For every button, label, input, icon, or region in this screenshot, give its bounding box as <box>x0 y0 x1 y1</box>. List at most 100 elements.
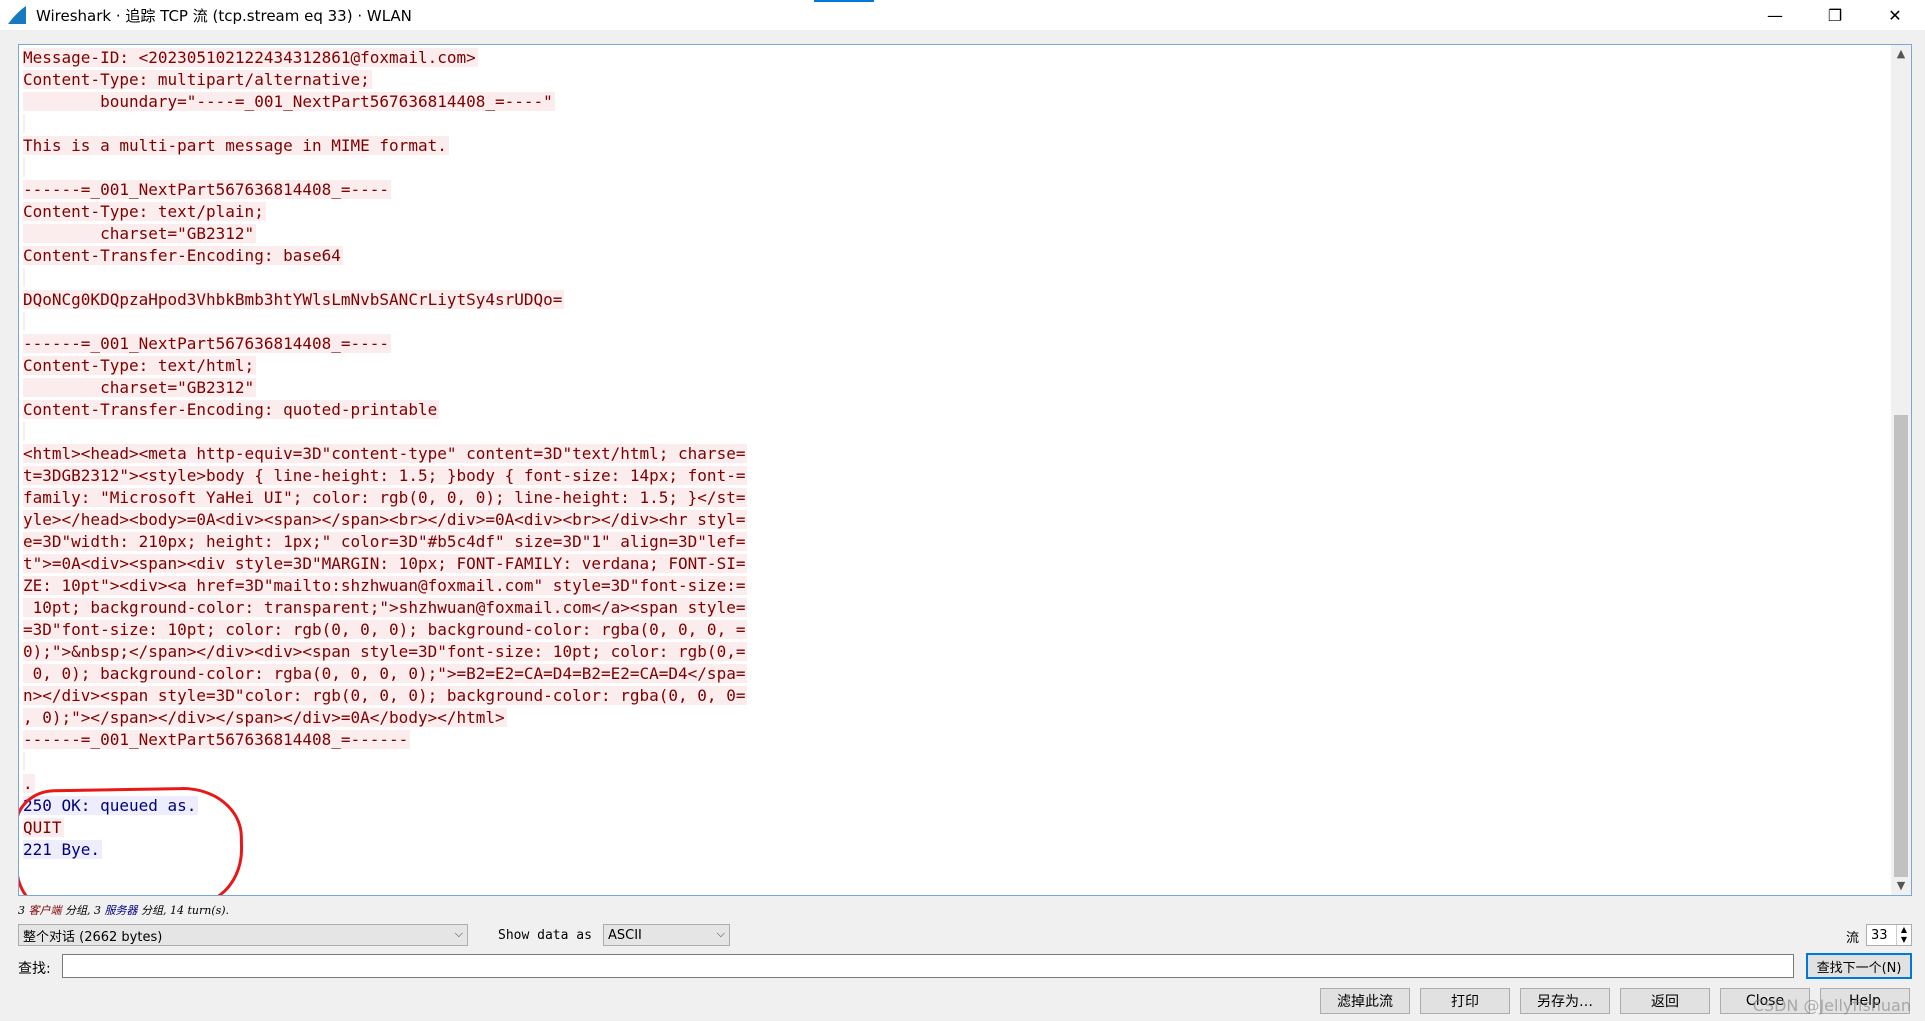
line-text <box>23 312 25 331</box>
client-line <box>23 751 1885 773</box>
client-line: , 0);"></span></div></span></div>=0A</bo… <box>23 707 1885 729</box>
stream-number-value: 33 <box>1871 927 1888 943</box>
scroll-up-icon[interactable]: ▲ <box>1891 45 1911 63</box>
client-line: QUIT <box>23 817 1885 839</box>
client-line <box>23 113 1885 135</box>
line-text: <html><head><meta http-equiv=3D"content-… <box>23 444 748 463</box>
status-mid-text: 分组, 3 <box>65 904 101 917</box>
wireshark-icon <box>8 6 26 24</box>
filter-out-button[interactable]: 滤掉此流 <box>1320 988 1410 1014</box>
chevron-down-icon: ⌵ <box>716 927 725 940</box>
line-text: . <box>23 774 35 793</box>
window-controls: — ❐ ✕ <box>1745 0 1925 30</box>
client-line: . <box>23 773 1885 795</box>
line-text: e=3D"width: 210px; height: 1px;" color=3… <box>23 532 748 551</box>
client-line <box>23 311 1885 333</box>
client-line: t">=0A<div><span><div style=3D"MARGIN: 1… <box>23 553 1885 575</box>
scroll-down-icon[interactable]: ▼ <box>1891 877 1911 895</box>
status-server-label: 服务器 <box>104 904 138 917</box>
line-text <box>23 114 25 133</box>
line-text: Content-Transfer-Encoding: quoted-printa… <box>23 400 440 419</box>
client-line <box>23 421 1885 443</box>
save-as-button[interactable]: 另存为… <box>1520 988 1610 1014</box>
back-button[interactable]: 返回 <box>1620 988 1710 1014</box>
line-text: ------=_001_NextPart567636814408_=---- <box>23 334 392 353</box>
line-text: Content-Transfer-Encoding: base64 <box>23 246 343 265</box>
line-text: n></div><span style=3D"color: rgb(0, 0, … <box>23 686 748 705</box>
line-text: charset="GB2312" <box>23 224 257 243</box>
window-title: Wireshark · 追踪 TCP 流 (tcp.stream eq 33) … <box>36 6 412 25</box>
client-line: Content-Transfer-Encoding: quoted-printa… <box>23 399 1885 421</box>
find-next-button[interactable]: 查找下一个(N) <box>1806 953 1912 979</box>
status-turns-text: 分组, 14 turn(s). <box>141 904 230 917</box>
line-text: ZE: 10pt"><div><a href=3D"mailto:shzhwua… <box>23 576 748 595</box>
client-line: 10pt; background-color: transparent;">sh… <box>23 597 1885 619</box>
server-line: 250 OK: queued as. <box>23 795 1885 817</box>
line-text: t=3DGB2312"><style>body { line-height: 1… <box>23 466 748 485</box>
stream-text-area[interactable]: Message-ID: <202305102122434312861@foxma… <box>18 44 1912 896</box>
find-input[interactable] <box>62 954 1794 978</box>
scroll-thumb[interactable] <box>1894 415 1908 877</box>
client-line: Content-Type: multipart/alternative; <box>23 69 1885 91</box>
line-text: =3D"font-size: 10pt; color: rgb(0, 0, 0)… <box>23 620 748 639</box>
client-line: ZE: 10pt"><div><a href=3D"mailto:shzhwua… <box>23 575 1885 597</box>
client-line: n></div><span style=3D"color: rgb(0, 0, … <box>23 685 1885 707</box>
minimize-button[interactable]: — <box>1745 0 1805 30</box>
client-line: ------=_001_NextPart567636814408_=------ <box>23 729 1885 751</box>
line-text: Content-Type: multipart/alternative; <box>23 70 372 89</box>
line-text: Message-ID: <202305102122434312861@foxma… <box>23 48 478 67</box>
close-window-button[interactable]: ✕ <box>1865 0 1925 30</box>
client-line: This is a multi-part message in MIME for… <box>23 135 1885 157</box>
line-text <box>23 422 25 441</box>
server-line: 221 Bye. <box>23 839 1885 861</box>
conversation-select[interactable]: 整个对话 (2662 bytes) ⌵ <box>18 924 468 946</box>
title-bar: Wireshark · 追踪 TCP 流 (tcp.stream eq 33) … <box>0 0 1925 30</box>
client-line: boundary="----=_001_NextPart567636814408… <box>23 91 1885 113</box>
spin-arrows-icon[interactable]: ▲ ▼ <box>1896 925 1911 945</box>
vertical-scrollbar[interactable]: ▲ ▼ <box>1891 45 1911 895</box>
print-button[interactable]: 打印 <box>1420 988 1510 1014</box>
stream-lines: Message-ID: <202305102122434312861@foxma… <box>23 47 1885 861</box>
red-annotation-circle <box>19 786 245 895</box>
client-line: t=3DGB2312"><style>body { line-height: 1… <box>23 465 1885 487</box>
line-text <box>23 268 25 287</box>
find-label: 查找: <box>18 961 51 977</box>
stream-number-spinbox[interactable]: 33 ▲ ▼ <box>1866 924 1912 946</box>
stream-number-label: 流 <box>1846 931 1860 946</box>
client-line: <html><head><meta http-equiv=3D"content-… <box>23 443 1885 465</box>
line-text: charset="GB2312" <box>23 378 257 397</box>
line-text: ------=_001_NextPart567636814408_=---- <box>23 180 392 199</box>
line-text: , 0);"></span></div></span></div>=0A</bo… <box>23 708 507 727</box>
client-line: Content-Type: text/plain; <box>23 201 1885 223</box>
line-text: boundary="----=_001_NextPart567636814408… <box>23 92 555 111</box>
client-line <box>23 157 1885 179</box>
show-data-select[interactable]: ASCII ⌵ <box>603 924 730 946</box>
line-text: 10pt; background-color: transparent;">sh… <box>23 598 748 617</box>
client-line <box>23 267 1885 289</box>
client-line: Content-Transfer-Encoding: base64 <box>23 245 1885 267</box>
line-text: t">=0A<div><span><div style=3D"MARGIN: 1… <box>23 554 748 573</box>
line-text: Content-Type: text/html; <box>23 356 257 375</box>
title-accent-line <box>814 0 874 2</box>
maximize-button[interactable]: ❐ <box>1805 0 1865 30</box>
show-data-label: Show data as <box>498 928 592 943</box>
client-line: =3D"font-size: 10pt; color: rgb(0, 0, 0)… <box>23 619 1885 641</box>
chevron-down-icon: ⌵ <box>454 927 463 940</box>
line-text: DQoNCg0KDQpzaHpod3VhbkBmb3htYWlsLmNvbSAN… <box>23 290 565 309</box>
client-line: yle></head><body>=0A<div><span></span><b… <box>23 509 1885 531</box>
client-line: 0);">&nbsp;</span></div><div><span style… <box>23 641 1885 663</box>
client-line: DQoNCg0KDQpzaHpod3VhbkBmb3htYWlsLmNvbSAN… <box>23 289 1885 311</box>
client-line: ------=_001_NextPart567636814408_=---- <box>23 179 1885 201</box>
line-text: This is a multi-part message in MIME for… <box>23 136 449 155</box>
client-line: ------=_001_NextPart567636814408_=---- <box>23 333 1885 355</box>
line-text: Content-Type: text/plain; <box>23 202 266 221</box>
line-text: yle></head><body>=0A<div><span></span><b… <box>23 510 748 529</box>
line-text: 0, 0); background-color: rgba(0, 0, 0, 0… <box>23 664 748 683</box>
conversation-select-value: 整个对话 (2662 bytes) <box>23 929 163 945</box>
client-line: 0, 0); background-color: rgba(0, 0, 0, 0… <box>23 663 1885 685</box>
client-line: Content-Type: text/html; <box>23 355 1885 377</box>
status-client-count: 3 <box>18 904 25 917</box>
options-row: 整个对话 (2662 bytes) ⌵ Show data as ASCII ⌵… <box>18 922 1912 948</box>
client-line: charset="GB2312" <box>23 377 1885 399</box>
status-client-label: 客户端 <box>28 904 62 917</box>
